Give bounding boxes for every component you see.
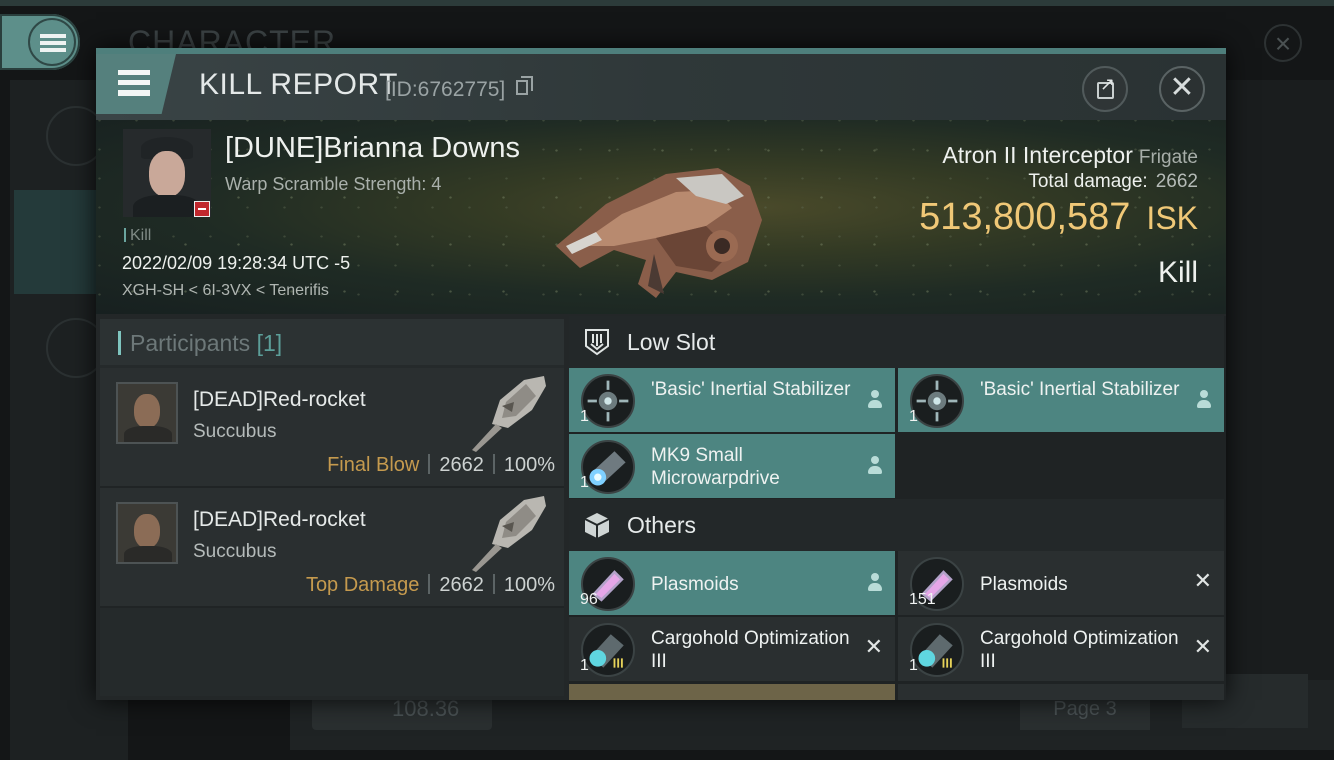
- kill-report-dialog: KILL REPORT [ID:6762775] ✕ [DUNE]Brianna…: [96, 48, 1226, 700]
- item-cell[interactable]: 151 Plasmoids ✕: [898, 551, 1224, 615]
- participant-ship: Succubus: [193, 541, 277, 562]
- dialog-title: KILL REPORT: [199, 68, 398, 101]
- item-cell[interactable]: 1 MK9 Small Microwarpdrive: [569, 434, 895, 498]
- ship-name: Atron II Interceptor: [942, 142, 1133, 168]
- destroyed-icon: ✕: [1193, 569, 1212, 594]
- app-top-accent: [0, 0, 1334, 6]
- main-menu-button[interactable]: [0, 14, 80, 70]
- participants-count: [1]: [256, 330, 283, 356]
- dialog-header: KILL REPORT [ID:6762775] ✕: [96, 54, 1226, 120]
- participant-stats: Top Damage 2662 100%: [306, 574, 555, 597]
- participant-row[interactable]: [DEAD]Red-rocket Succubus Top Damage 2662…: [100, 488, 564, 608]
- item-cell[interactable]: 1 Cargohold Optimization III ✕: [898, 617, 1224, 681]
- ship-class: Frigate: [1138, 147, 1198, 168]
- pilot-icon: [1196, 390, 1212, 408]
- loss-badge-icon: [194, 201, 210, 217]
- inertial-stabilizer-icon: [581, 374, 635, 428]
- participant-role: Top Damage: [305, 574, 420, 596]
- ship-image[interactable]: [536, 134, 786, 304]
- kill-result-label: Kill: [1157, 256, 1198, 289]
- item-name: Cargohold Optimization III: [651, 628, 850, 672]
- items-panel: Low Slot 1 'Basic' Inertial Stabilizer 1…: [569, 316, 1226, 700]
- item-name: Plasmoids: [651, 574, 739, 595]
- others-title: Others: [627, 512, 697, 538]
- isk-amount: 513,800,587: [919, 196, 1131, 238]
- victim-banner: [DUNE]Brianna Downs Warp Scramble Streng…: [96, 120, 1226, 314]
- low-slot-title: Low Slot: [627, 329, 716, 355]
- kill-tag: Kill: [124, 227, 151, 245]
- dialog-menu-button[interactable]: [96, 54, 176, 114]
- pilot-icon: [867, 390, 883, 408]
- item-name: Plasmoids: [980, 574, 1068, 595]
- participant-ship-icon: [472, 376, 546, 452]
- pilot-icon: [867, 456, 883, 474]
- share-button[interactable]: [1082, 66, 1128, 112]
- cargohold-optimization-icon: [910, 623, 964, 677]
- destroyed-icon: ✕: [864, 635, 883, 660]
- participant-row[interactable]: [DEAD]Red-rocket Succubus Final Blow 2662…: [100, 368, 564, 488]
- microwarpdrive-icon: [581, 440, 635, 494]
- item-name: 'Basic' Inertial Stabilizer: [651, 379, 851, 400]
- hamburger-icon: [118, 70, 150, 96]
- participant-stats: Final Blow 2662 100%: [327, 454, 555, 477]
- item-qty: 151: [909, 591, 936, 608]
- participant-percent: 100%: [503, 454, 555, 476]
- item-name: Cargohold Optimization III: [980, 628, 1179, 672]
- item-qty: 1: [909, 657, 918, 674]
- victim-portrait[interactable]: [123, 129, 211, 217]
- hamburger-icon: [40, 34, 66, 52]
- others-header: Others: [569, 499, 1224, 551]
- participant-role: Final Blow: [327, 454, 420, 476]
- pilot-icon: [867, 573, 883, 591]
- participant-damage: 2662: [439, 574, 484, 596]
- participants-panel: Participants [1] [DEAD]Red-rocket Succub…: [100, 319, 564, 696]
- item-cell-partial[interactable]: [898, 684, 1224, 700]
- participant-name: [DEAD]Red-rocket: [193, 508, 366, 531]
- item-cell-partial[interactable]: [569, 684, 895, 700]
- close-button[interactable]: ✕: [1159, 66, 1205, 112]
- copy-icon[interactable]: [516, 76, 533, 95]
- participant-ship: Succubus: [193, 421, 277, 442]
- kill-id: [ID:6762775]: [385, 78, 506, 101]
- isk-value: 513,800,587 ISK: [919, 196, 1198, 239]
- item-name: 'Basic' Inertial Stabilizer: [980, 379, 1180, 400]
- destroyed-icon: ✕: [1193, 635, 1212, 660]
- item-cell[interactable]: 1 'Basic' Inertial Stabilizer: [569, 368, 895, 432]
- kill-location[interactable]: XGH-SH < 6I-3VX < Tenerifis: [122, 282, 329, 300]
- cargohold-optimization-icon: [581, 623, 635, 677]
- total-damage-value: 2662: [1155, 171, 1198, 192]
- low-slot-header: Low Slot: [569, 316, 1224, 368]
- victim-subtitle: Warp Scramble Strength: 4: [225, 174, 442, 194]
- item-cell[interactable]: 96 Plasmoids: [569, 551, 895, 615]
- total-damage: Total damage: 2662: [1028, 171, 1198, 193]
- item-qty: 1: [580, 657, 589, 674]
- background-right-column: [1226, 80, 1334, 750]
- participant-avatar[interactable]: [116, 382, 178, 444]
- participant-avatar[interactable]: [116, 502, 178, 564]
- participants-header: Participants [1]: [100, 319, 564, 365]
- cargo-box-icon: [584, 513, 610, 538]
- inertial-stabilizer-icon: [910, 374, 964, 428]
- kill-datetime: 2022/02/09 19:28:34 UTC -5: [122, 253, 351, 273]
- item-name: MK9 Small Microwarpdrive: [651, 445, 780, 489]
- total-damage-label: Total damage:: [1028, 171, 1148, 192]
- victim-name[interactable]: [DUNE]Brianna Downs: [225, 132, 520, 165]
- background-close-icon[interactable]: ×: [1264, 24, 1302, 62]
- item-qty: 1: [909, 408, 918, 425]
- participant-ship-icon: [472, 496, 546, 572]
- item-cell[interactable]: 1 'Basic' Inertial Stabilizer: [898, 368, 1224, 432]
- victim-ship[interactable]: Atron II Interceptor Frigate: [942, 142, 1198, 169]
- participants-title: Participants: [130, 330, 251, 356]
- item-qty: 1: [580, 474, 589, 491]
- isk-unit: ISK: [1146, 200, 1198, 236]
- item-qty: 96: [580, 591, 598, 608]
- item-qty: 1: [580, 408, 589, 425]
- low-slot-icon: [585, 329, 609, 356]
- participant-damage: 2662: [439, 454, 484, 476]
- participant-percent: 100%: [503, 574, 555, 596]
- item-cell[interactable]: 1 Cargohold Optimization III ✕: [569, 617, 895, 681]
- participant-name: [DEAD]Red-rocket: [193, 388, 366, 411]
